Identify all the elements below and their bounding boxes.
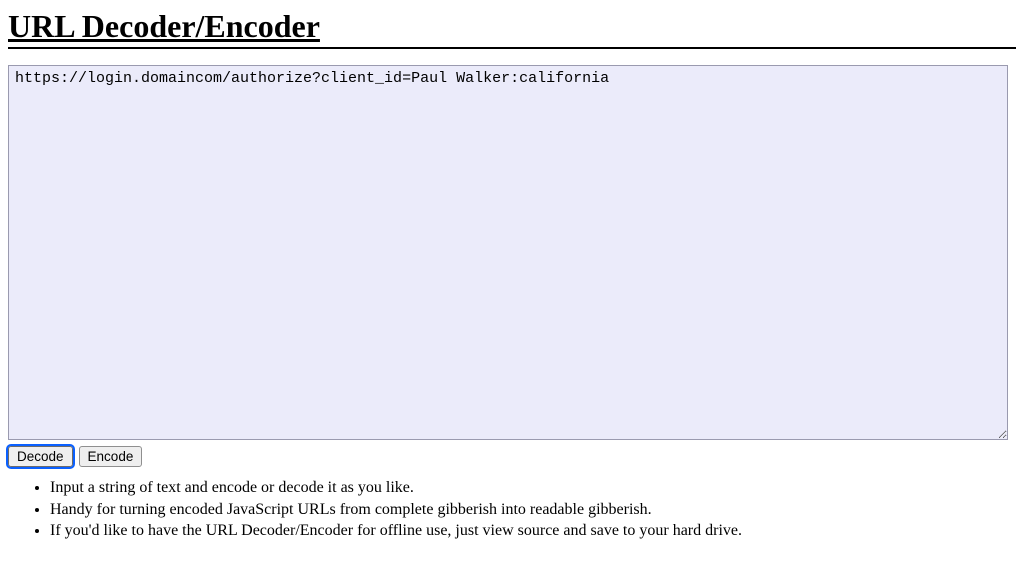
- button-row: Decode Encode: [8, 446, 1016, 467]
- list-item: Handy for turning encoded JavaScript URL…: [50, 499, 1016, 521]
- list-item: Input a string of text and encode or dec…: [50, 477, 1016, 499]
- instructions-list: Input a string of text and encode or dec…: [8, 477, 1016, 542]
- encode-button[interactable]: Encode: [79, 446, 143, 467]
- decode-button[interactable]: Decode: [8, 446, 73, 467]
- list-item: If you'd like to have the URL Decoder/En…: [50, 520, 1016, 542]
- url-input[interactable]: [8, 65, 1008, 440]
- page-title: URL Decoder/Encoder: [8, 8, 1016, 49]
